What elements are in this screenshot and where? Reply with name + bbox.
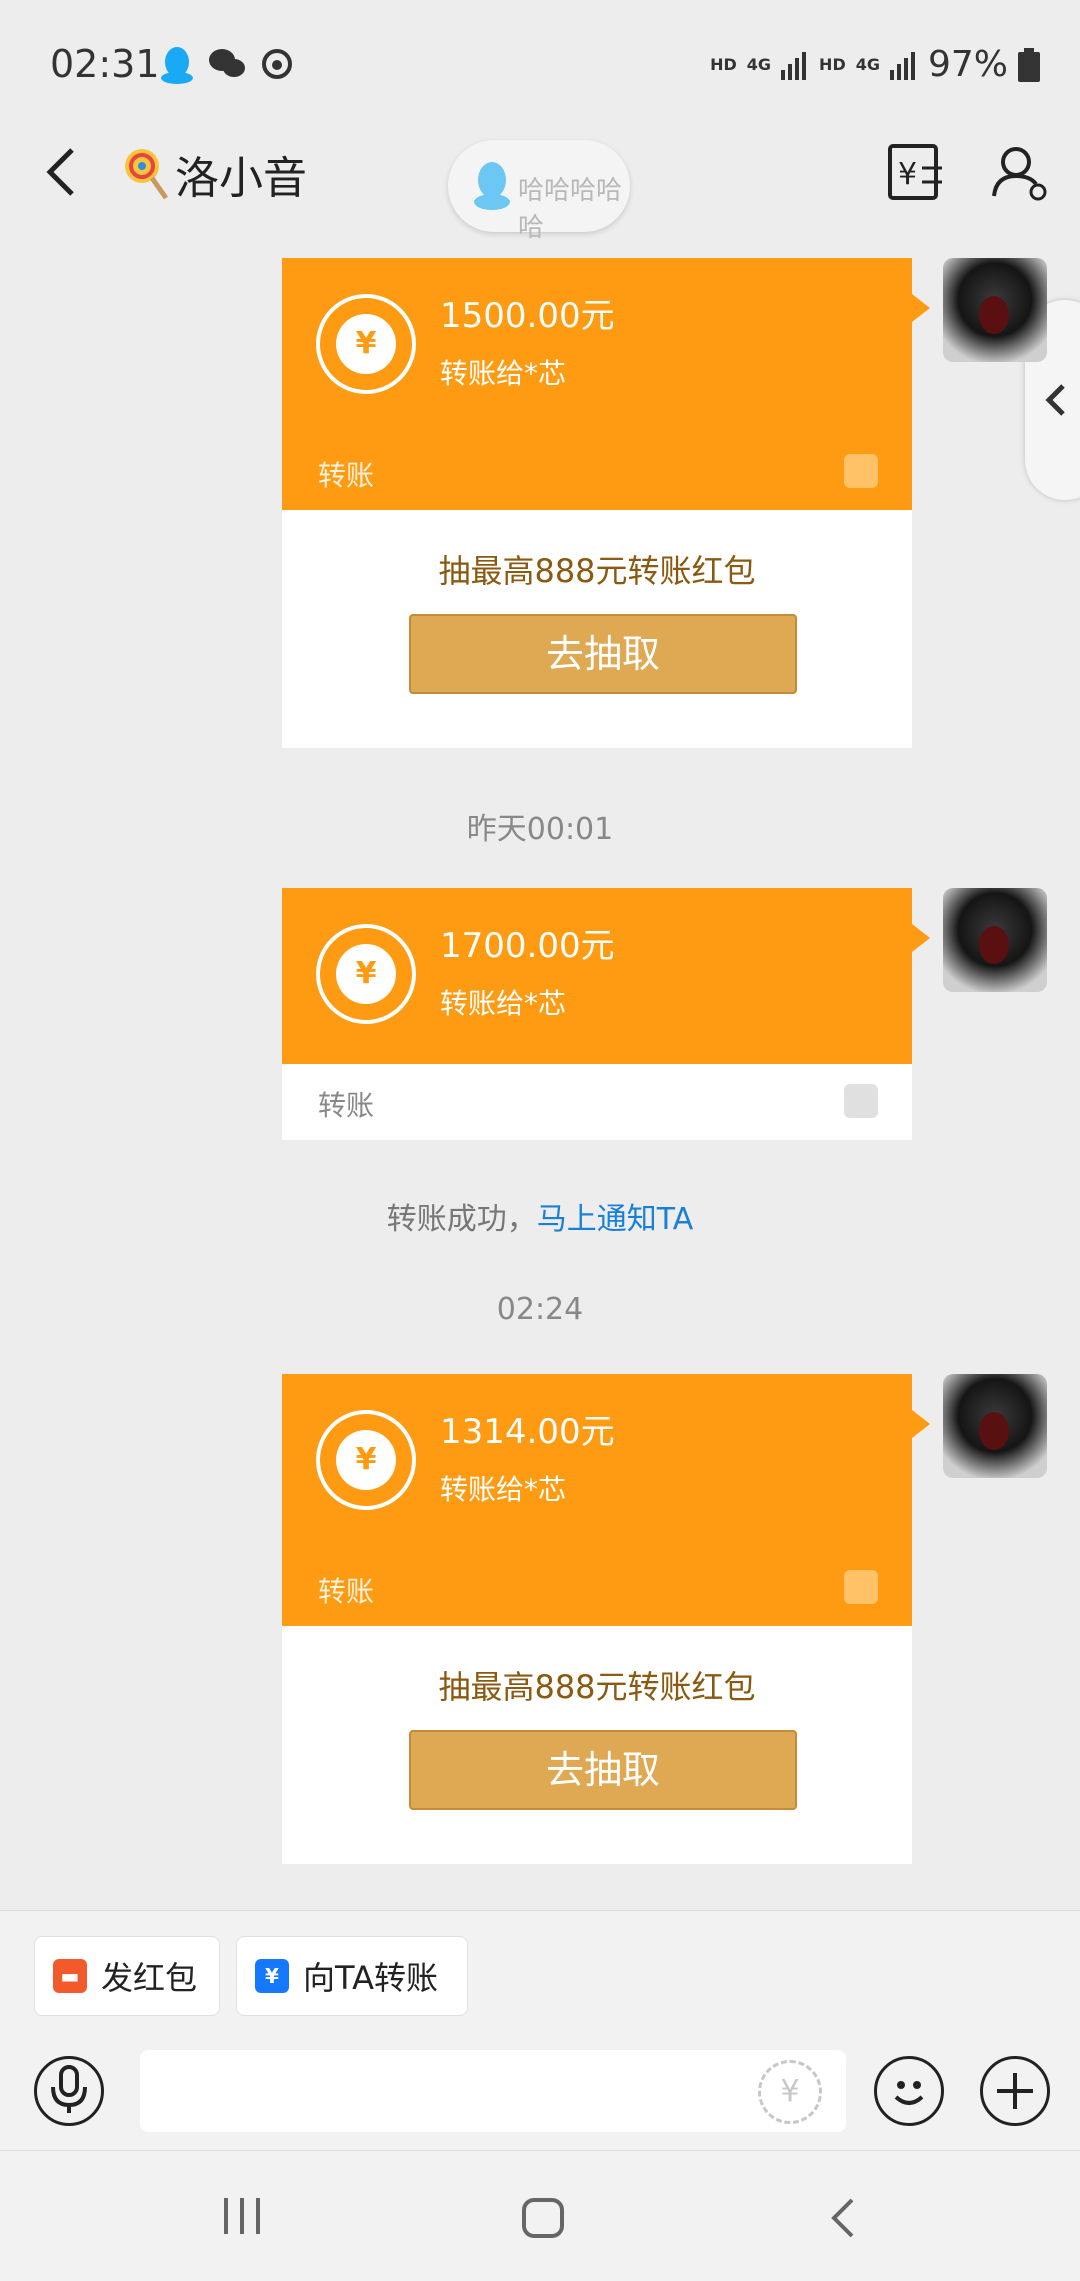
lollipop-icon — [120, 146, 170, 206]
promo-text: 抽最高888元转账红包 — [438, 552, 756, 590]
floating-message-bubble[interactable]: 哈哈哈哈哈 — [448, 140, 630, 243]
transfer-to-ta-label: 向TA转账 — [303, 1959, 438, 1997]
status-bar: 02:31 HD 4G HD 4G 97% — [0, 0, 1080, 130]
notification-icons — [160, 46, 294, 84]
transfer-card[interactable]: ¥ 1314.00元 转账给*芯 转账 抽最高888元转账红包 去抽取 — [282, 1374, 930, 1864]
transfer-card[interactable]: ¥ 1500.00元 转账给*芯 转账 抽最高888元转账红包 去抽取 — [282, 258, 930, 748]
transfer-recipient: 转账给*芯 — [440, 357, 567, 390]
floating-bubble-text: 哈哈哈哈哈 — [518, 176, 623, 243]
yen-icon[interactable]: ¥ — [758, 2060, 822, 2124]
svg-text:¥: ¥ — [898, 157, 917, 192]
emoji-icon — [894, 2081, 924, 2105]
weibo-icon — [262, 49, 292, 79]
timestamp: 昨天00:01 — [466, 812, 614, 847]
transfer-label: 转账 — [318, 1575, 375, 1608]
recent-apps-icon — [224, 2198, 260, 2234]
red-envelope-button[interactable]: ▬ 发红包 — [34, 1936, 220, 2016]
transfer-coin-icon: ¥ — [316, 294, 416, 394]
hd-label-1: HD — [710, 55, 737, 74]
avatar[interactable] — [943, 888, 1047, 992]
wechat-icon — [209, 49, 245, 77]
avatar[interactable] — [943, 258, 1047, 362]
transfer-to-ta-button[interactable]: ¥ 向TA转账 — [236, 1936, 468, 2016]
bubble-tail — [912, 924, 930, 952]
profile-button[interactable] — [990, 142, 1050, 206]
nav-back-button[interactable] — [828, 2196, 858, 2244]
network-label-2: 4G — [855, 55, 880, 74]
chevron-left-icon — [1045, 384, 1065, 416]
chat-title[interactable]: 洛小音 — [175, 142, 307, 206]
signal-icon-2 — [889, 51, 915, 80]
transfer-label: 转账 — [318, 459, 375, 492]
qq-icon — [161, 47, 193, 84]
back-button[interactable] — [42, 142, 82, 206]
alipay-icon — [844, 1570, 878, 1604]
transfer-coin-icon: ¥ — [316, 924, 416, 1024]
network-label-1: 4G — [746, 55, 772, 74]
timestamp: 02:24 — [496, 1292, 584, 1327]
status-right: HD 4G HD 4G 97% — [710, 44, 1040, 85]
avatar[interactable] — [943, 1374, 1047, 1478]
transfer-amount: 1700.00元 — [440, 926, 615, 966]
transfer-card[interactable]: ¥ 1700.00元 转账给*芯 转账 — [282, 888, 930, 1140]
status-time: 02:31 — [50, 42, 160, 86]
battery-icon — [1018, 47, 1040, 82]
draw-button[interactable]: 去抽取 — [409, 1730, 797, 1810]
battery-percent: 97% — [927, 44, 1008, 85]
home-icon — [522, 2198, 564, 2238]
microphone-icon — [51, 2065, 87, 2113]
transfer-icon: ¥ — [255, 1959, 289, 1993]
notify-link[interactable]: 马上通知TA — [537, 1202, 694, 1237]
voice-button[interactable] — [34, 2056, 104, 2126]
transfer-amount: 1314.00元 — [440, 1412, 615, 1452]
bubble-tail — [912, 1410, 930, 1438]
nav-back-icon — [831, 2198, 854, 2238]
emoji-button[interactable] — [874, 2056, 944, 2126]
alipay-icon — [844, 454, 878, 488]
home-button[interactable] — [520, 2196, 566, 2244]
recent-apps-button[interactable] — [222, 2196, 262, 2240]
transfer-recipient: 转账给*芯 — [440, 987, 567, 1020]
back-arrow-icon — [46, 148, 74, 196]
qq-icon — [474, 162, 510, 210]
plus-icon — [997, 2073, 1033, 2109]
red-envelope-icon: ▬ — [53, 1959, 87, 1993]
draw-button[interactable]: 去抽取 — [409, 614, 797, 694]
transfer-record-icon: ¥ — [888, 144, 942, 200]
transfer-label: 转账 — [318, 1089, 375, 1122]
bubble-tail — [912, 294, 930, 322]
transfer-record-button[interactable]: ¥ — [886, 142, 946, 206]
profile-icon — [992, 147, 1047, 201]
promo-text: 抽最高888元转账红包 — [438, 1668, 756, 1706]
alipay-icon — [844, 1084, 878, 1118]
plus-button[interactable] — [980, 2056, 1050, 2126]
message-input[interactable] — [140, 2050, 846, 2132]
transfer-amount: 1500.00元 — [440, 296, 615, 336]
system-message-text: 转账成功， — [386, 1202, 537, 1237]
transfer-recipient: 转账给*芯 — [440, 1473, 567, 1506]
transfer-coin-icon: ¥ — [316, 1410, 416, 1510]
signal-icon-1 — [781, 51, 807, 80]
system-message: 转账成功，马上通知TA — [0, 1194, 1080, 1238]
hd-label-2: HD — [819, 55, 846, 74]
red-envelope-label: 发红包 — [101, 1959, 198, 1997]
